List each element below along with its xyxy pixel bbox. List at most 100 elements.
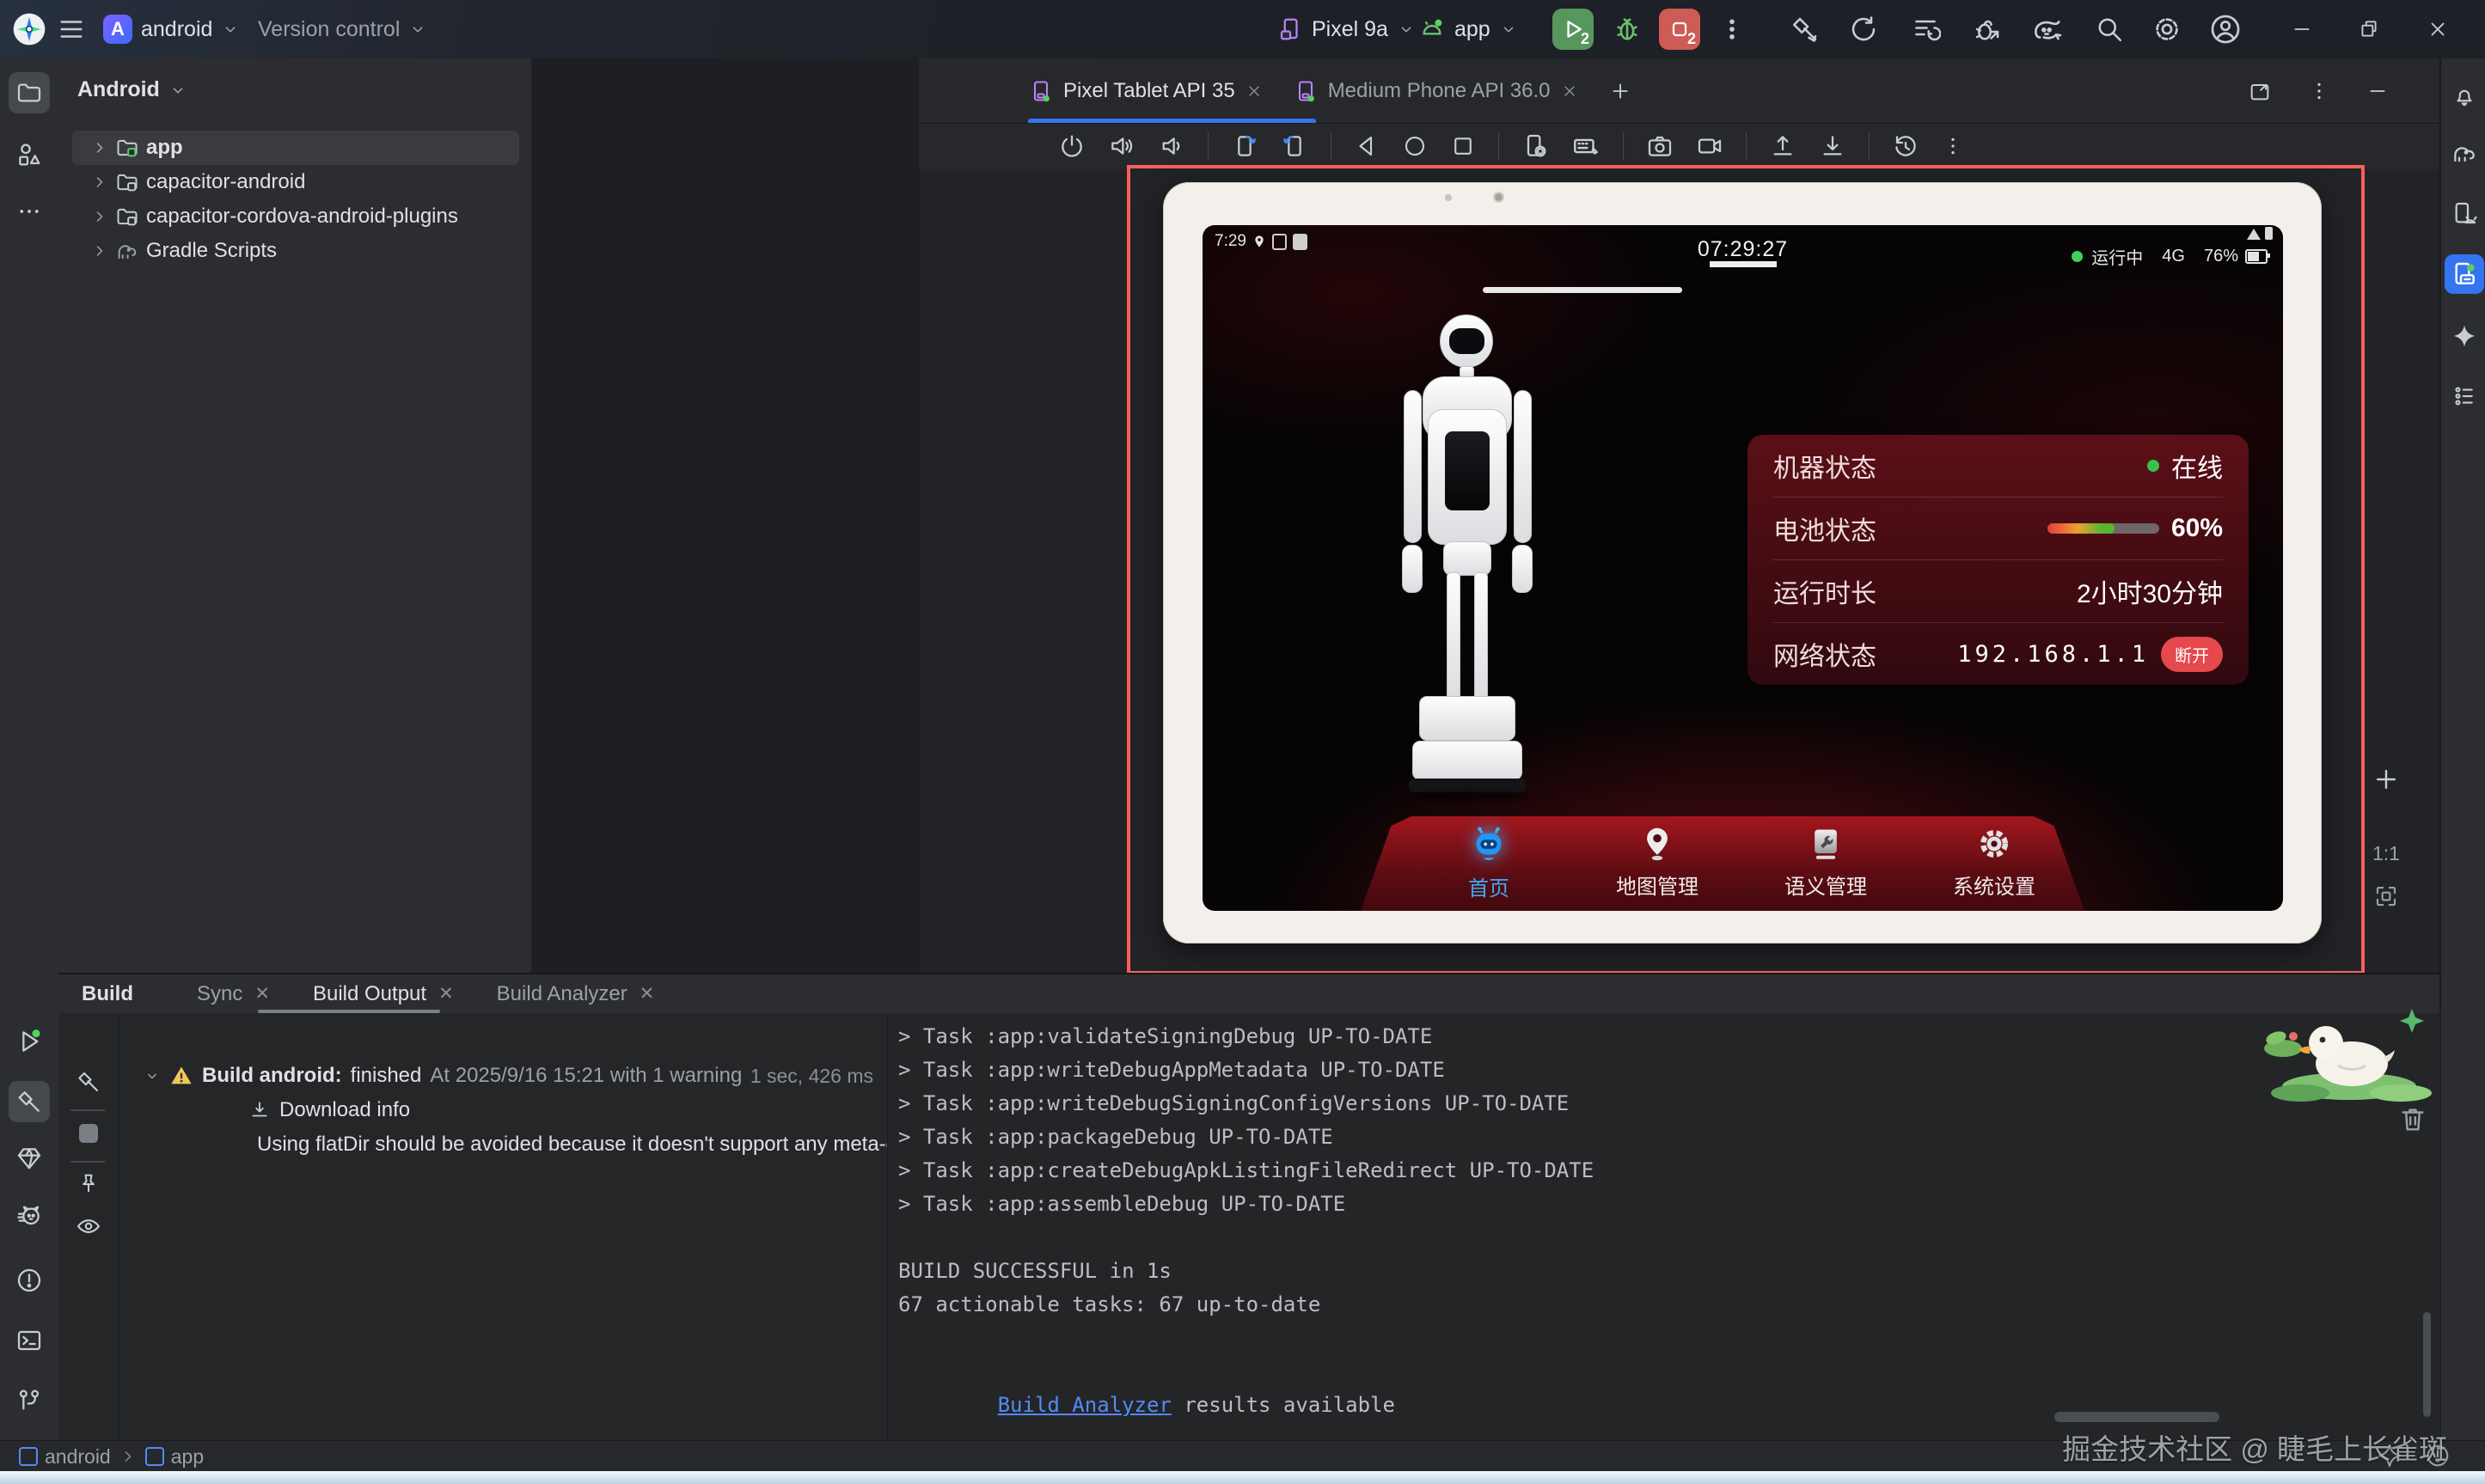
open-in-window-icon[interactable] — [2248, 79, 2272, 103]
attach-debugger-icon[interactable] — [1972, 0, 2003, 58]
build-variants-tool-button[interactable] — [9, 1138, 50, 1179]
console-horizontal-scrollbar[interactable] — [2054, 1412, 2219, 1422]
build-child-row[interactable]: Download info — [119, 1093, 887, 1127]
new-device-tab-button[interactable] — [1594, 58, 1647, 123]
notifications-tool-button[interactable] — [2445, 76, 2484, 115]
gemini-tool-button[interactable] — [2445, 316, 2484, 356]
project-view-selector[interactable]: Android — [77, 77, 187, 102]
build-analyzer-link[interactable]: Build Analyzer — [998, 1393, 1172, 1417]
volume-down-button[interactable] — [1158, 132, 1185, 160]
trash-icon[interactable] — [2398, 1103, 2427, 1136]
terminal-tool-button[interactable] — [9, 1320, 50, 1361]
card-label: 机器状态 — [1773, 447, 1876, 485]
stop-build-button[interactable] — [70, 1115, 107, 1152]
logcat-tool-button[interactable] — [9, 1194, 50, 1236]
problems-tool-button[interactable] — [9, 1260, 50, 1301]
close-icon[interactable]: ✕ — [640, 983, 655, 1005]
build-tool-button[interactable] — [9, 1081, 50, 1122]
device-selector[interactable]: Pixel 9a — [1277, 0, 1416, 58]
rotate-left-button[interactable] — [1231, 132, 1258, 160]
recents-button[interactable] — [1450, 133, 1476, 159]
snapshot-restore-button[interactable] — [1892, 132, 1919, 160]
vcs-widget[interactable]: Version control — [258, 0, 427, 58]
virtual-keyboard-button[interactable] — [1571, 131, 1601, 161]
hide-panel-icon[interactable] — [2366, 80, 2389, 102]
tree-item-capacitor-cordova-plugins[interactable]: capacitor-cordova-android-plugins — [58, 199, 531, 234]
more-run-actions-button[interactable] — [1719, 0, 1745, 58]
nav-item-settings[interactable]: 系统设置 — [1930, 825, 2059, 900]
camera-lens — [1493, 192, 1504, 203]
upload-button[interactable] — [1769, 132, 1796, 160]
build-root-row[interactable]: Build android: finished At 2025/9/16 15:… — [119, 1059, 887, 1093]
screen-record-button[interactable] — [1696, 132, 1723, 160]
tab-pixel-tablet[interactable]: Pixel Tablet API 35 — [1013, 58, 1278, 123]
run-button[interactable]: 2 — [1552, 9, 1594, 50]
build-warning-row[interactable]: Using flatDir should be avoided because … — [119, 1127, 887, 1162]
debug-button[interactable] — [1613, 0, 1642, 58]
close-icon[interactable]: ✕ — [438, 983, 454, 1005]
console-vertical-scrollbar[interactable] — [2423, 1312, 2431, 1417]
tab-build-output[interactable]: Build Output✕ — [304, 982, 462, 1006]
rotate-right-button[interactable] — [1281, 132, 1308, 160]
console-summary-line: 67 actionable tasks: 67 up-to-date — [898, 1288, 1320, 1322]
pin-tab-button[interactable] — [70, 1164, 107, 1202]
project-tool-button[interactable] — [9, 72, 50, 113]
back-button[interactable] — [1354, 133, 1380, 159]
tab-medium-phone[interactable]: Medium Phone API 36.0 — [1278, 58, 1594, 123]
history-button[interactable] — [1910, 0, 1941, 58]
main-menu-button[interactable] — [57, 0, 86, 58]
emulator-screen[interactable]: 7:29 07:29:27 运行中 4G 76% — [1203, 225, 2283, 911]
nav-item-map[interactable]: 地图管理 — [1593, 825, 1722, 900]
git-tool-button[interactable] — [9, 1380, 50, 1421]
run-tool-button[interactable] — [9, 1021, 50, 1062]
console-line: > Task :app:writeDebugSigningConfigVersi… — [898, 1087, 1569, 1121]
screenshot-button[interactable] — [1646, 132, 1674, 160]
disconnect-badge[interactable]: 断开 — [2161, 637, 2223, 672]
nav-item-semantics[interactable]: 语义管理 — [1761, 825, 1890, 900]
close-icon[interactable]: ✕ — [254, 983, 270, 1005]
tree-item-capacitor-android[interactable]: capacitor-android — [58, 165, 531, 199]
settings-button[interactable] — [2151, 0, 2183, 58]
build-tree-pane: Build android: finished At 2025/9/16 15:… — [119, 1013, 887, 1442]
soft-wrap-eye-button[interactable] — [70, 1207, 107, 1245]
project-widget[interactable]: A android — [103, 0, 240, 58]
resource-manager-tool-button[interactable] — [9, 134, 50, 175]
home-button[interactable] — [1402, 133, 1428, 159]
account-button[interactable] — [2209, 0, 2242, 58]
minimize-button[interactable] — [2276, 0, 2328, 58]
device-settings-button[interactable] — [1521, 132, 1549, 160]
more-tools-button[interactable] — [9, 191, 50, 232]
restore-button[interactable] — [2343, 0, 2395, 58]
power-button[interactable] — [1058, 132, 1086, 160]
gradle-tool-button[interactable] — [2445, 134, 2484, 174]
build-console[interactable]: > Task :app:validateSigningDebug UP-TO-D… — [887, 1013, 2440, 1442]
download-button[interactable] — [1819, 132, 1846, 160]
panel-options-icon[interactable] — [2308, 80, 2330, 102]
close-button[interactable] — [2412, 0, 2464, 58]
profiler-icon[interactable] — [2030, 0, 2063, 58]
tab-sync[interactable]: Sync ✕ — [188, 982, 278, 1006]
running-devices-tool-button[interactable] — [2445, 254, 2484, 294]
breadcrumb-android[interactable]: android — [19, 1445, 111, 1469]
fit-to-window-button[interactable] — [2356, 883, 2416, 909]
volume-up-button[interactable] — [1108, 132, 1135, 160]
tab-label: Sync — [197, 982, 242, 1006]
android-icon — [1418, 15, 1446, 43]
zoom-reset-button[interactable]: 1:1 — [2356, 842, 2416, 865]
run-config-selector[interactable]: app — [1418, 0, 1518, 58]
tab-build-analyzer[interactable]: Build Analyzer✕ — [488, 982, 664, 1006]
breadcrumb-app[interactable]: app — [145, 1445, 204, 1469]
nav-item-home[interactable]: 首页 — [1424, 825, 1553, 901]
search-everywhere-button[interactable] — [2094, 0, 2125, 58]
zoom-in-button[interactable] — [2356, 765, 2416, 794]
build-status: finished — [351, 1064, 422, 1088]
structure-tool-button[interactable] — [2445, 376, 2484, 416]
build-button[interactable] — [1790, 0, 1821, 58]
sync-project-button[interactable] — [1848, 0, 1879, 58]
tree-item-gradle-scripts[interactable]: Gradle Scripts — [58, 234, 531, 268]
filter-build-button[interactable] — [70, 1063, 107, 1101]
tree-item-app[interactable]: app — [58, 131, 531, 165]
device-manager-tool-button[interactable] — [2445, 194, 2484, 234]
stop-button[interactable]: 2 — [1659, 9, 1700, 50]
toolbar-more-icon[interactable] — [1942, 135, 1964, 157]
